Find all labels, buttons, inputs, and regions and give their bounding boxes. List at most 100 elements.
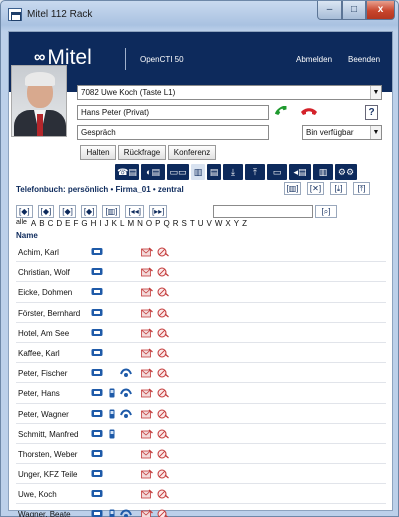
group-button[interactable]: [▥] [102,205,121,218]
alphabet-letter[interactable]: U [198,219,204,228]
list-item[interactable]: Kaffee, Karl [16,343,386,364]
close-button[interactable]: x [366,1,395,20]
block-icon[interactable] [157,449,169,459]
email-icon[interactable] [141,489,153,499]
settings-icon[interactable]: ⚙⚙ [335,164,357,180]
desk-phone-icon[interactable] [91,429,103,439]
alphabet-letter[interactable]: N [137,219,143,228]
desk-phone-icon[interactable] [91,449,103,459]
list-item[interactable]: Förster, Bernhard [16,303,386,323]
desk-phone-icon[interactable] [91,489,103,499]
list-item[interactable]: Peter, Wagner [16,404,386,424]
upload-icon[interactable]: ⤒ [245,164,265,180]
desk-phone-icon[interactable] [91,469,103,479]
email-icon[interactable] [141,388,153,398]
alphabet-letter[interactable]: J [105,219,109,228]
email-icon[interactable] [141,449,153,459]
help-button[interactable]: ? [365,105,378,120]
block-icon[interactable] [157,469,169,479]
filter-1-button[interactable]: [◆] [16,205,33,218]
email-icon[interactable] [141,348,153,358]
alphabet-letter[interactable]: H [91,219,97,228]
block-icon[interactable] [157,308,169,318]
search-button[interactable]: [⌕] [315,205,337,218]
email-icon[interactable] [141,267,153,277]
phonebook-label[interactable]: Telefonbuch: persönlich • Firma_01 • zen… [16,185,184,194]
alphabet-letter[interactable]: X [225,219,230,228]
alphabet-letter[interactable]: R [173,219,179,228]
missed-calls-icon[interactable]: ◐▤ [141,164,165,180]
filter-2-button[interactable]: [◆] [37,205,55,218]
headset-icon[interactable] [120,409,132,419]
search-input[interactable] [213,205,313,218]
list-item[interactable]: Achim, Karl [16,242,386,263]
alphabet-letter[interactable]: Y [234,219,239,228]
block-icon[interactable] [157,287,169,297]
alphabet-letter[interactable]: V [207,219,212,228]
list-item[interactable]: Peter, Fischer [16,363,386,384]
block-icon[interactable] [157,247,169,257]
alphabet-letter[interactable]: S [181,219,186,228]
message-icon[interactable]: ▭ [267,164,287,180]
alphabet-letter[interactable]: D [56,219,62,228]
list-item[interactable]: Eicke, Dohmen [16,282,386,303]
email-icon[interactable] [141,368,153,378]
list-item[interactable]: Uwe, Koch [16,484,386,505]
headset-icon[interactable] [120,509,132,517]
alphabet-letter[interactable]: I [99,219,101,228]
quit-link[interactable]: Beenden [348,55,380,64]
status-select[interactable]: Bin verfügbar ▼ [302,125,382,140]
notes-icon[interactable]: ▤ [207,164,221,180]
desk-phone-icon[interactable] [91,267,103,277]
chevron-down-icon[interactable]: ▼ [370,126,381,139]
alphabet-letter[interactable]: T [190,219,195,228]
block-icon[interactable] [157,489,169,499]
desk-phone-icon[interactable] [91,368,103,378]
block-icon[interactable] [157,388,169,398]
call-state-field[interactable]: Gespräch [77,125,269,140]
block-icon[interactable] [157,429,169,439]
minimize-button[interactable]: – [317,1,342,20]
hangup-call-icon[interactable] [299,106,319,120]
list-item[interactable]: Hotel, Am See [16,323,386,343]
block-icon[interactable] [157,328,169,338]
list-item[interactable]: Unger, KFZ Teile [16,464,386,485]
desk-phone-icon[interactable] [91,509,103,517]
contact-card-icon[interactable]: ▥ [313,164,333,180]
alphabet-letter[interactable]: Q [163,219,169,228]
list-item[interactable]: Peter, Hans [16,383,386,404]
phonebook-icon[interactable]: ▥ [191,164,205,180]
alphabet-letter[interactable]: C [48,219,54,228]
list-item[interactable]: Christian, Wolf [16,262,386,283]
logout-link[interactable]: Abmelden [296,55,332,64]
alphabet-letter[interactable]: O [146,219,152,228]
mobile-phone-icon[interactable] [109,509,115,517]
alphabet-letter[interactable]: A [31,219,36,228]
chevron-down-icon[interactable]: ▼ [370,86,381,99]
email-icon[interactable] [141,328,153,338]
desk-phone-icon[interactable] [91,247,103,257]
alphabet-letter[interactable]: L [120,219,124,228]
alphabet-letter[interactable]: K [112,219,117,228]
email-icon[interactable] [141,287,153,297]
conference-button[interactable]: Konferenz [168,145,216,160]
headset-icon[interactable] [120,368,132,378]
forward-icon[interactable]: ◂▤ [289,164,311,180]
next-page-button[interactable]: [▸▸] [148,205,168,218]
email-icon[interactable] [141,409,153,419]
filter-3-button[interactable]: [◆] [59,205,76,218]
answer-call-icon[interactable] [273,106,293,120]
email-icon[interactable] [141,469,153,479]
filter-4-button[interactable]: [◆] [80,205,98,218]
desk-phone-icon[interactable] [91,328,103,338]
maximize-button[interactable]: □ [342,1,366,20]
voicemail-icon[interactable]: ▭▭ [167,164,189,180]
desk-phone-icon[interactable] [91,308,103,318]
alphabet-letter[interactable]: F [74,219,79,228]
block-icon[interactable] [157,409,169,419]
email-icon[interactable] [141,308,153,318]
hold-button[interactable]: Halten [80,145,116,160]
headset-icon[interactable] [120,388,132,398]
caller-field[interactable]: Hans Peter (Privat) [77,105,269,120]
alphabet-letter[interactable]: M [127,219,134,228]
